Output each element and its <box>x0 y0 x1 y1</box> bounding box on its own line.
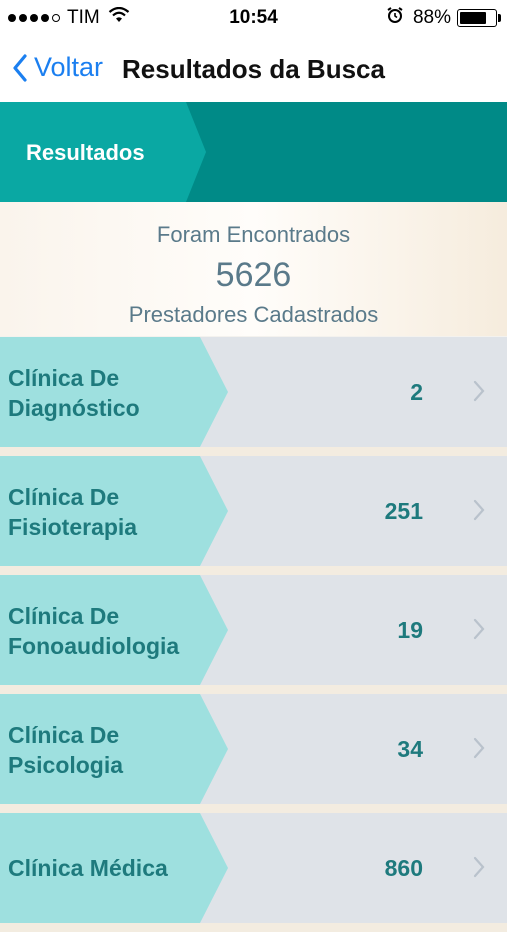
result-name-line1: Clínica De <box>8 365 120 391</box>
chevron-left-icon <box>13 53 27 82</box>
result-row-clinica-medica[interactable]: Clínica Médica 860 <box>0 813 507 932</box>
result-name: Clínica De Fonoaudiologia <box>8 601 213 661</box>
battery-percent: 88% <box>412 7 451 28</box>
summary-label-found: Foram Encontrados <box>156 222 351 247</box>
back-label: Voltar <box>34 52 104 82</box>
alarm-icon <box>387 7 403 29</box>
back-button[interactable]: Voltar <box>12 52 103 83</box>
result-count: 2 <box>410 379 423 405</box>
result-name: Clínica De Psicologia <box>8 720 213 780</box>
chevron-right-icon <box>473 856 485 878</box>
result-name-line2: Psicologia <box>8 752 124 778</box>
result-count: 251 <box>384 498 423 524</box>
result-name-line2: Diagnóstico <box>8 395 140 421</box>
result-name-line1: Clínica De <box>8 484 120 510</box>
result-name-line2: Fonoaudiologia <box>8 633 180 659</box>
result-row-psicologia[interactable]: Clínica De Psicologia 34 <box>0 694 507 813</box>
battery-icon <box>457 9 501 27</box>
tab-results[interactable]: Resultados <box>0 102 206 202</box>
chevron-right-icon <box>473 618 485 640</box>
result-name: Clínica De Fisioterapia <box>8 482 213 542</box>
results-summary: Foram Encontrados 5626 Prestadores Cadas… <box>0 202 507 336</box>
result-name-line1: Clínica De <box>8 722 120 748</box>
summary-total-count: 5626 <box>215 256 292 294</box>
result-name: Clínica Médica <box>8 855 168 881</box>
result-count: 860 <box>384 855 423 881</box>
result-row-fisioterapia[interactable]: Clínica De Fisioterapia 251 <box>0 456 507 575</box>
battery-level <box>460 12 486 24</box>
result-count: 34 <box>397 736 423 762</box>
result-name: Clínica De Diagnóstico <box>8 363 213 423</box>
result-row-fonoaudiologia[interactable]: Clínica De Fonoaudiologia 19 <box>0 575 507 694</box>
result-row-diagnostico[interactable]: Clínica De Diagnóstico 2 <box>0 337 507 456</box>
tab-results-label: Resultados <box>26 140 145 165</box>
summary-label-providers: Prestadores Cadastrados <box>128 302 379 327</box>
result-count: 19 <box>397 617 423 643</box>
result-name-line2: Fisioterapia <box>8 514 138 540</box>
chevron-right-icon <box>473 380 485 402</box>
status-bar: TIM 10:54 88% <box>0 0 507 36</box>
result-name-line1: Clínica De <box>8 603 120 629</box>
page-title: Resultados da Busca <box>122 54 385 84</box>
navigation-bar: Voltar Resultados da Busca <box>0 36 507 103</box>
chevron-right-icon <box>473 499 485 521</box>
results-banner: Resultados <box>0 102 507 202</box>
status-right: 88% <box>387 7 501 29</box>
chevron-right-icon <box>473 737 485 759</box>
